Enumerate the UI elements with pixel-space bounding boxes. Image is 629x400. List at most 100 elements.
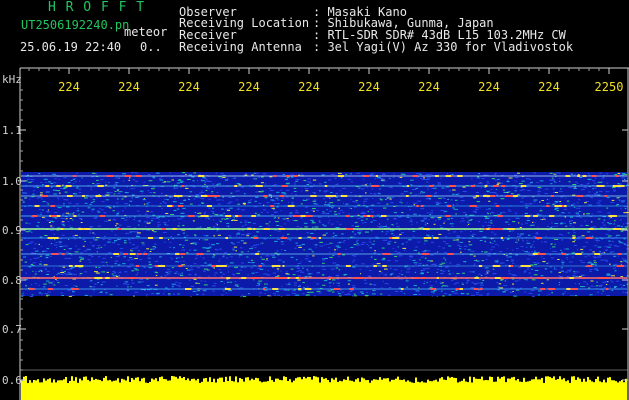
noise-speck xyxy=(559,276,563,277)
noise-speck xyxy=(342,187,347,189)
noise-speck xyxy=(464,261,466,263)
noise-speck xyxy=(372,263,374,265)
noise-speck xyxy=(490,222,493,224)
noise-speck xyxy=(584,202,587,204)
noise-speck xyxy=(84,202,88,204)
noise-speck xyxy=(117,211,120,213)
noise-speck xyxy=(325,201,327,203)
noise-speck xyxy=(219,219,221,221)
amplitude-spike xyxy=(523,377,525,385)
noise-speck xyxy=(440,178,442,179)
noise-speck xyxy=(38,292,42,294)
noise-speck xyxy=(600,284,603,286)
noise-speck xyxy=(360,219,364,221)
noise-speck xyxy=(518,267,522,269)
noise-speck xyxy=(92,232,94,234)
noise-speck xyxy=(568,181,571,183)
noise-speck xyxy=(484,240,486,242)
noise-speck xyxy=(369,208,373,210)
noise-speck xyxy=(69,268,71,270)
noise-speck xyxy=(347,293,351,295)
noise-speck xyxy=(491,246,495,248)
noise-speck xyxy=(553,181,557,183)
noise-speck xyxy=(530,290,535,291)
noise-speck xyxy=(342,211,345,213)
carrier-hot-spot xyxy=(473,288,479,290)
noise-speck xyxy=(227,266,230,268)
carrier-hot-spot xyxy=(561,253,566,255)
amplitude-spike xyxy=(429,381,431,385)
amplitude-spike xyxy=(351,380,353,385)
amplitude-spike xyxy=(105,376,107,385)
noise-speck xyxy=(386,224,387,226)
noise-speck xyxy=(238,254,243,256)
amplitude-spike xyxy=(499,378,501,385)
amplitude-spike xyxy=(457,382,459,385)
noise-speck xyxy=(175,258,178,259)
noise-speck xyxy=(605,233,609,235)
noise-speck xyxy=(593,194,598,196)
noise-speck xyxy=(135,269,139,271)
noise-speck xyxy=(599,172,603,174)
amplitude-spike xyxy=(317,377,319,385)
noise-speck xyxy=(623,260,627,262)
noise-speck xyxy=(212,219,215,221)
noise-speck xyxy=(444,220,446,222)
noise-speck xyxy=(381,259,386,261)
noise-speck xyxy=(117,193,121,194)
noise-speck xyxy=(142,199,146,201)
noise-speck xyxy=(277,259,282,261)
noise-speck xyxy=(353,295,358,297)
noise-speck xyxy=(139,190,144,192)
noise-speck xyxy=(611,281,614,283)
noise-speck xyxy=(219,214,224,216)
noise-speck xyxy=(154,243,157,245)
noise-speck xyxy=(212,183,215,185)
noise-speck xyxy=(622,284,626,286)
noise-speck xyxy=(374,258,377,260)
x-tick-label: 224 xyxy=(538,80,560,94)
noise-speck xyxy=(288,283,291,285)
noise-speck xyxy=(460,241,463,243)
noise-speck xyxy=(242,295,247,297)
noise-speck xyxy=(334,235,338,237)
noise-speck xyxy=(541,282,544,284)
amplitude-spike xyxy=(557,379,559,385)
noise-speck xyxy=(30,263,34,265)
carrier-hot-spot xyxy=(294,175,298,177)
noise-speck xyxy=(274,240,278,242)
noise-speck xyxy=(350,192,353,193)
noise-speck xyxy=(30,179,35,180)
noise-speck xyxy=(500,198,505,200)
noise-speck xyxy=(413,202,418,204)
noise-speck xyxy=(231,220,234,221)
noise-speck xyxy=(610,251,615,253)
noise-speck xyxy=(624,226,628,228)
amplitude-spike xyxy=(155,378,157,385)
noise-speck xyxy=(616,234,620,236)
noise-speck xyxy=(490,249,493,251)
amplitude-spike xyxy=(531,379,533,385)
noise-speck xyxy=(587,178,592,180)
noise-speck xyxy=(496,282,499,284)
noise-speck xyxy=(373,193,377,195)
noise-speck xyxy=(202,247,205,249)
noise-speck xyxy=(93,290,95,292)
noise-speck xyxy=(135,274,138,276)
noise-speck xyxy=(533,287,537,289)
noise-speck xyxy=(200,192,204,194)
noise-speck xyxy=(280,241,284,243)
carrier-hot-spot xyxy=(369,277,372,279)
noise-speck xyxy=(399,201,401,203)
noise-speck xyxy=(572,184,577,185)
noise-speck xyxy=(611,187,616,189)
noise-speck xyxy=(525,222,528,224)
amplitude-spike xyxy=(439,378,441,385)
noise-speck xyxy=(225,257,229,259)
noise-speck xyxy=(351,225,354,227)
carrier-hot-spot xyxy=(500,237,503,239)
noise-speck xyxy=(475,292,480,293)
noise-speck xyxy=(366,186,368,188)
noise-speck xyxy=(91,244,95,246)
noise-speck xyxy=(561,251,563,253)
